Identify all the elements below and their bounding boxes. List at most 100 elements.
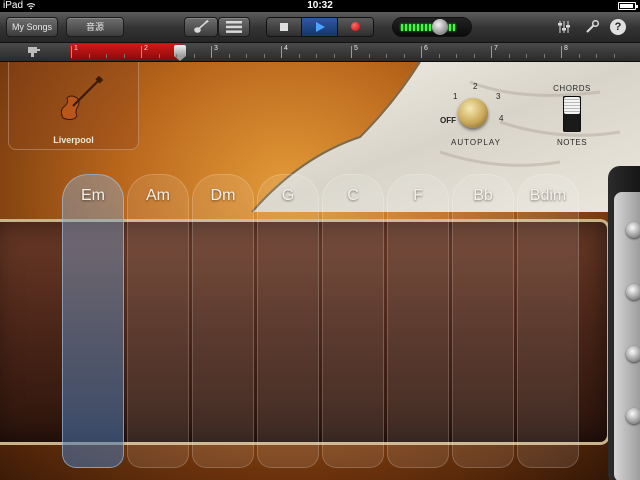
autoplay-control: OFF 1 2 3 4 AUTOPLAY: [436, 80, 526, 154]
meter-led: [405, 24, 407, 31]
play-button[interactable]: [302, 18, 338, 36]
battery-fill: [620, 4, 633, 8]
chord-label: G: [281, 187, 295, 204]
tick-line: [71, 46, 72, 58]
amp-knob[interactable]: [626, 346, 640, 362]
chord-strip-em[interactable]: Em: [62, 174, 124, 468]
amp-knob[interactable]: [626, 222, 640, 238]
minor-tick: [596, 54, 597, 58]
minor-tick: [158, 54, 160, 58]
volume-slider-knob[interactable]: [431, 19, 448, 35]
amp-knob[interactable]: [626, 408, 640, 424]
minor-tick: [298, 54, 300, 58]
tick-line: [141, 46, 142, 58]
minor-tick: [333, 54, 335, 58]
chords-notes-switch[interactable]: CHORDS NOTES: [548, 82, 596, 152]
amp-knob[interactable]: [626, 284, 640, 300]
autoplay-label: AUTOPLAY: [451, 138, 501, 147]
tracks-view-button[interactable]: [218, 17, 250, 37]
minor-tick: [123, 54, 125, 58]
autoplay-position-4: 4: [499, 114, 504, 123]
bar-number: 3: [214, 45, 218, 52]
autoplay-off-label: OFF: [440, 116, 456, 125]
mixer-sliders-icon: [558, 21, 570, 33]
master-volume-meter[interactable]: [392, 17, 472, 37]
amp-panel: [608, 166, 640, 480]
meter-led: [453, 24, 455, 31]
bar-number: 8: [564, 45, 568, 52]
chord-strip-bdim[interactable]: Bdim: [517, 174, 579, 468]
transport-controls: [266, 17, 374, 37]
chord-strip-c[interactable]: C: [322, 174, 384, 468]
switch-thumb[interactable]: [564, 97, 580, 114]
meter-led: [401, 24, 403, 31]
stop-button[interactable]: [267, 18, 303, 36]
minor-tick: [578, 54, 580, 58]
track-marker-icon[interactable]: [28, 47, 40, 57]
autoplay-position-3: 3: [496, 92, 501, 101]
bar-number: 6: [424, 45, 428, 52]
tick-line: [421, 46, 422, 58]
help-button[interactable]: ?: [610, 19, 626, 35]
meter-led: [413, 24, 415, 31]
meter-led: [425, 24, 427, 31]
minor-tick: [543, 54, 545, 58]
settings-button[interactable]: [582, 17, 602, 37]
chord-label: F: [413, 187, 423, 204]
minor-tick: [88, 54, 90, 58]
instrument-preset-card[interactable]: Liverpool: [8, 62, 139, 150]
minor-tick: [473, 54, 475, 58]
chord-strip-g[interactable]: G: [257, 174, 319, 468]
switch-track[interactable]: [563, 96, 581, 132]
minor-tick: [526, 54, 527, 58]
chord-label: Bdim: [529, 187, 567, 204]
minor-tick: [246, 54, 247, 58]
chord-label: Bb: [473, 187, 493, 204]
chord-strip-f[interactable]: F: [387, 174, 449, 468]
stop-icon: [280, 23, 288, 31]
record-button[interactable]: [337, 18, 373, 36]
notes-label: NOTES: [556, 138, 588, 147]
autoplay-position-2: 2: [473, 82, 478, 91]
chord-label: Dm: [210, 187, 236, 204]
meter-led: [421, 24, 423, 31]
mixer-button[interactable]: [554, 17, 574, 37]
chord-strip-am[interactable]: Am: [127, 174, 189, 468]
bar-number: 4: [284, 45, 288, 52]
chord-strip-bb[interactable]: Bb: [452, 174, 514, 468]
meter-led: [449, 24, 451, 31]
minor-tick: [438, 54, 440, 58]
minor-tick: [456, 54, 457, 58]
chords-label: CHORDS: [553, 84, 591, 93]
clock: 10:32: [307, 0, 333, 11]
instrument-name: Liverpool: [53, 135, 94, 145]
amp-face: [614, 192, 640, 480]
chord-label: Am: [146, 187, 170, 204]
tick-line: [281, 46, 282, 58]
instrument-view-button[interactable]: [184, 17, 218, 37]
battery-icon: [618, 2, 638, 10]
minor-tick: [193, 54, 195, 58]
minor-tick: [613, 54, 615, 58]
minor-tick: [316, 54, 317, 58]
instrument-browser-button[interactable]: 音源: [66, 17, 124, 37]
tick-line: [561, 46, 562, 58]
status-bar: iPad 10:32: [0, 0, 640, 12]
chord-strip-dm[interactable]: Dm: [192, 174, 254, 468]
my-songs-button[interactable]: My Songs: [6, 17, 58, 37]
minor-tick: [403, 54, 405, 58]
minor-tick: [176, 54, 177, 58]
bar-number: 1: [74, 45, 78, 52]
minor-tick: [368, 54, 370, 58]
meter-led: [429, 24, 431, 31]
track-list-icon: [226, 21, 242, 33]
chord-label: C: [347, 187, 359, 204]
play-icon: [316, 22, 326, 32]
autoplay-position-1: 1: [453, 92, 458, 101]
minor-tick: [508, 54, 510, 58]
timeline-ruler[interactable]: 1 2 3 4 5 6 7 8: [0, 43, 640, 62]
violin-bass-icon: [60, 76, 104, 121]
meter-led: [417, 24, 419, 31]
chord-label: Em: [81, 187, 105, 204]
autoplay-knob[interactable]: [458, 98, 488, 128]
